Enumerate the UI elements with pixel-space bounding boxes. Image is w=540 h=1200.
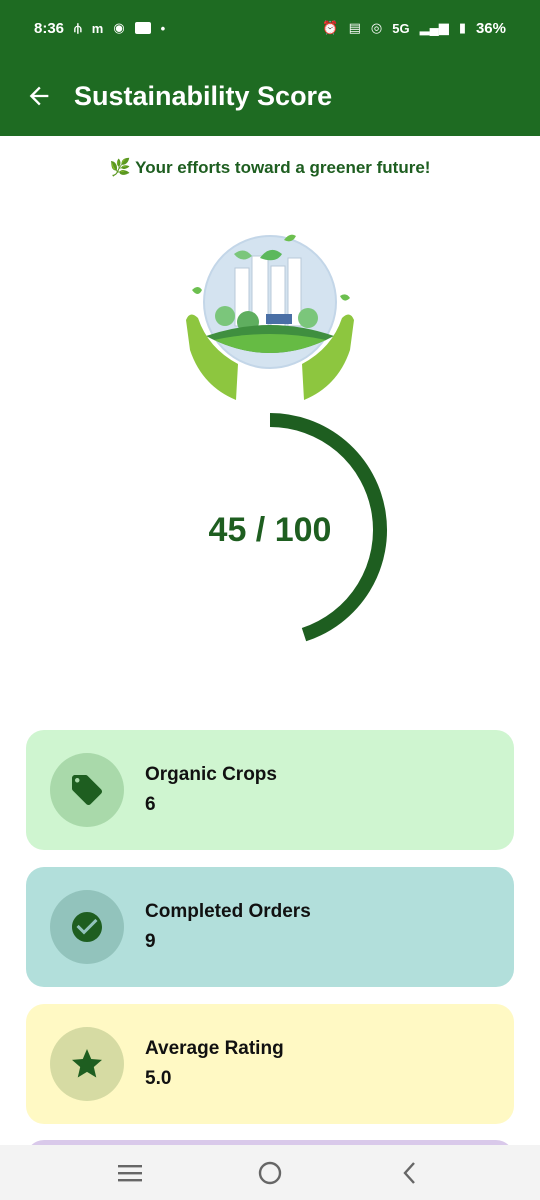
usb-icon: ⫛ bbox=[74, 20, 82, 35]
app-m-icon: m bbox=[91, 20, 104, 36]
card-value: 5.0 bbox=[145, 1068, 172, 1089]
status-bar: 8:36 ⫛ m ◉ • ⏰ ▤ ◎ 5G ▂▄▆ ▮ 36% bbox=[0, 0, 540, 56]
home-circle-icon bbox=[258, 1161, 282, 1184]
menu-lines-icon bbox=[118, 1164, 142, 1181]
network-label: 5G bbox=[392, 20, 410, 36]
back-nav-button[interactable] bbox=[385, 1153, 435, 1193]
tag-icon-circle bbox=[50, 753, 124, 827]
volte-icon: ▤ bbox=[348, 20, 361, 35]
card-label: Organic Crops bbox=[145, 764, 277, 785]
card-label: Completed Orders bbox=[145, 901, 311, 922]
star-icon-circle bbox=[50, 1027, 124, 1101]
status-right: ⏰ ▤ ◎ 5G ▂▄▆ ▮ 36% bbox=[322, 20, 506, 37]
chevron-left-icon bbox=[403, 1161, 415, 1184]
battery-icon: ▮ bbox=[458, 20, 466, 35]
hotspot-icon: ◎ bbox=[370, 20, 383, 35]
card-text: Organic Crops 6 bbox=[145, 764, 277, 816]
tag-icon bbox=[72, 775, 102, 805]
back-button[interactable] bbox=[22, 79, 56, 113]
card-text: Completed Orders 9 bbox=[145, 901, 311, 953]
star-icon bbox=[72, 1049, 102, 1078]
card-organic-crops[interactable]: Organic Crops 6 bbox=[26, 730, 514, 850]
card-average-rating[interactable]: Average Rating 5.0 bbox=[26, 1004, 514, 1124]
app-bar: Sustainability Score bbox=[0, 56, 540, 136]
alarm-icon: ⏰ bbox=[322, 20, 339, 35]
app-notification-icon bbox=[134, 22, 151, 34]
card-value: 6 bbox=[145, 794, 156, 815]
system-nav-bar bbox=[0, 1145, 540, 1200]
card-value: 9 bbox=[145, 931, 156, 952]
battery-percent: 36% bbox=[475, 19, 506, 37]
recent-apps-button[interactable] bbox=[105, 1153, 155, 1193]
home-button[interactable] bbox=[245, 1153, 295, 1193]
check-circle-icon bbox=[72, 912, 102, 942]
status-time: 8:36 bbox=[34, 19, 65, 37]
card-completed-orders[interactable]: Completed Orders 9 bbox=[26, 867, 514, 987]
arrow-left-icon bbox=[29, 86, 49, 106]
page-title: Sustainability Score bbox=[74, 80, 333, 111]
more-notifications-icon: • bbox=[160, 20, 166, 36]
card-label: Average Rating bbox=[145, 1038, 284, 1059]
whatsapp-icon: ◉ bbox=[113, 20, 125, 35]
score-value: 45 / 100 bbox=[208, 510, 332, 549]
card-text: Average Rating 5.0 bbox=[145, 1038, 284, 1090]
status-left: 8:36 ⫛ m ◉ • bbox=[34, 20, 165, 37]
check-circle-icon-circle bbox=[50, 890, 124, 964]
subtitle: 🌿 Your efforts toward a greener future! bbox=[109, 158, 431, 177]
eco-city-illustration bbox=[186, 234, 354, 400]
signal-icon: ▂▄▆ bbox=[419, 20, 449, 35]
